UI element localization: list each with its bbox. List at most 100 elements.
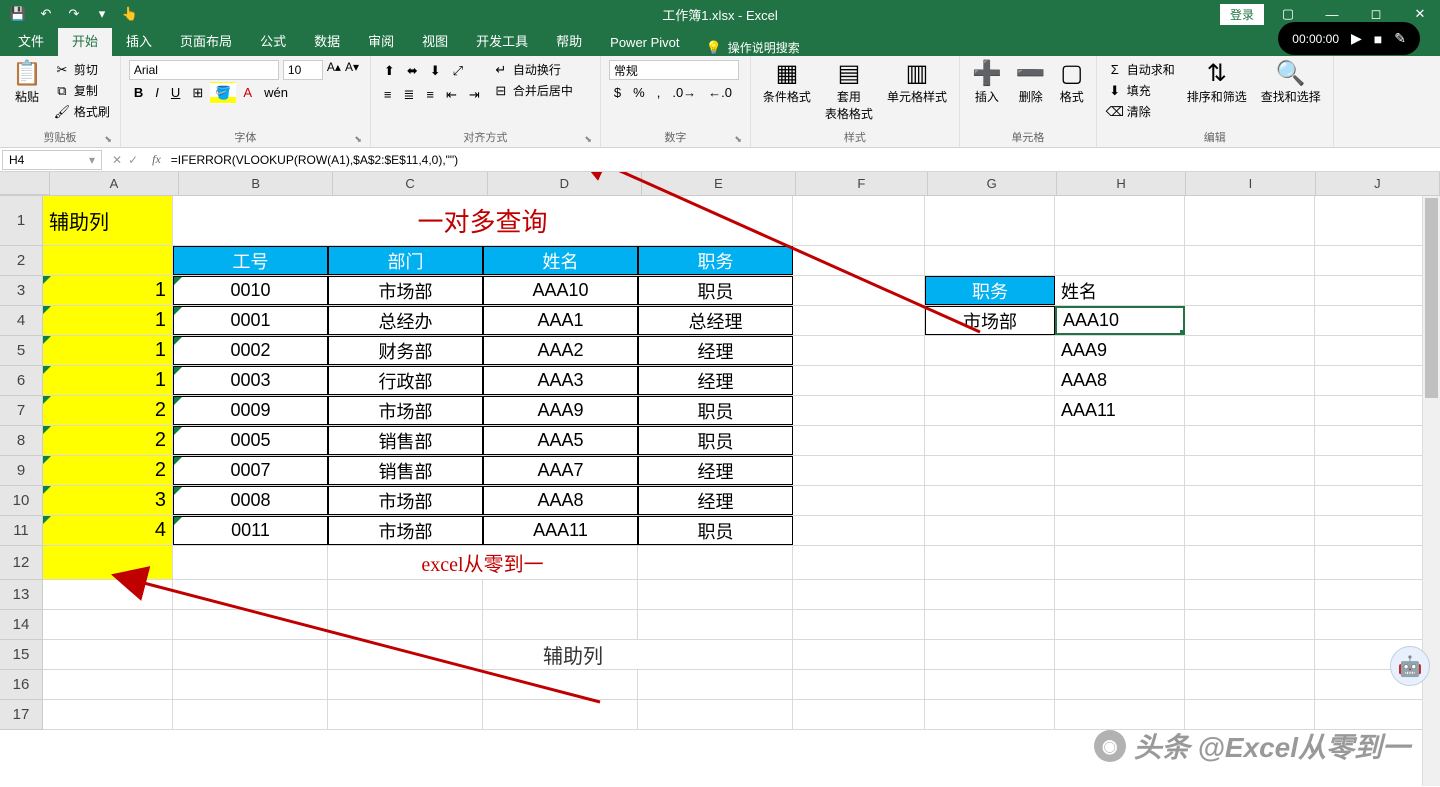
- cell[interactable]: [1185, 456, 1315, 485]
- name-box-dropdown-icon[interactable]: ▾: [89, 153, 95, 167]
- cell[interactable]: [328, 640, 483, 669]
- cell[interactable]: [483, 670, 638, 699]
- increase-font-icon[interactable]: A▴: [327, 60, 341, 80]
- cell-selected[interactable]: AAA10: [1055, 306, 1185, 335]
- cell[interactable]: [925, 396, 1055, 425]
- fill-button[interactable]: ⬇填充: [1105, 81, 1177, 100]
- align-middle-icon[interactable]: ⬌: [402, 60, 423, 82]
- align-launcher-icon[interactable]: ⬊: [584, 134, 592, 145]
- tab-developer[interactable]: 开发工具: [462, 25, 542, 56]
- save-icon[interactable]: 💾: [8, 4, 28, 24]
- align-left-icon[interactable]: ≡: [379, 84, 397, 106]
- screen-recorder-widget[interactable]: 00:00:00 ▶ ■ ✎: [1278, 22, 1420, 55]
- fx-icon[interactable]: fx: [146, 152, 167, 167]
- cell[interactable]: 经理: [638, 486, 793, 515]
- cell[interactable]: 辅助列: [43, 196, 173, 245]
- cell[interactable]: AAA9: [483, 396, 638, 425]
- cell[interactable]: 市场部: [328, 516, 483, 545]
- undo-icon[interactable]: ↶: [36, 4, 56, 24]
- edit-icon[interactable]: ✎: [1394, 30, 1406, 47]
- tab-data[interactable]: 数据: [300, 25, 354, 56]
- cell[interactable]: 0002: [173, 336, 328, 365]
- cell[interactable]: 职务: [925, 276, 1055, 305]
- cell[interactable]: [925, 700, 1055, 729]
- cell-footer[interactable]: excel从零到一: [328, 546, 638, 579]
- cell[interactable]: 销售部: [328, 456, 483, 485]
- cell[interactable]: [173, 546, 328, 579]
- format-painter-button[interactable]: 🖌格式刷: [52, 102, 112, 121]
- row-header-9[interactable]: 9: [0, 456, 43, 486]
- cell[interactable]: [925, 610, 1055, 639]
- col-header-G[interactable]: G: [928, 172, 1057, 195]
- increase-decimal-icon[interactable]: .0→: [667, 82, 701, 103]
- tell-me-search[interactable]: 💡 操作说明搜索: [706, 39, 800, 56]
- cell[interactable]: [793, 640, 925, 669]
- confirm-formula-icon[interactable]: ✓: [128, 153, 138, 167]
- tab-formulas[interactable]: 公式: [246, 25, 300, 56]
- cell[interactable]: 2: [43, 456, 173, 485]
- tab-insert[interactable]: 插入: [112, 25, 166, 56]
- cell[interactable]: AAA1: [483, 306, 638, 335]
- col-header-J[interactable]: J: [1316, 172, 1440, 195]
- cell[interactable]: [1185, 246, 1315, 275]
- cell[interactable]: [793, 610, 925, 639]
- cancel-formula-icon[interactable]: ✕: [112, 153, 122, 167]
- indent-increase-icon[interactable]: ⇥: [464, 84, 485, 106]
- cell[interactable]: [793, 670, 925, 699]
- row-header-14[interactable]: 14: [0, 610, 43, 640]
- cell[interactable]: AAA7: [483, 456, 638, 485]
- cell[interactable]: 部门: [328, 246, 483, 275]
- cell[interactable]: AAA8: [483, 486, 638, 515]
- number-format-select[interactable]: [609, 60, 739, 80]
- cell[interactable]: [173, 700, 328, 729]
- cell[interactable]: [1185, 546, 1315, 579]
- cell[interactable]: [1055, 670, 1185, 699]
- row-header-8[interactable]: 8: [0, 426, 43, 456]
- cell[interactable]: [793, 396, 925, 425]
- tab-review[interactable]: 审阅: [354, 25, 408, 56]
- cell[interactable]: [793, 426, 925, 455]
- cell-annotation[interactable]: 辅助列: [483, 640, 793, 669]
- bold-button[interactable]: B: [129, 82, 148, 104]
- cell[interactable]: [1185, 196, 1315, 245]
- row-header-17[interactable]: 17: [0, 700, 43, 730]
- cell[interactable]: [793, 246, 925, 275]
- cell[interactable]: [638, 700, 793, 729]
- fill-color-button[interactable]: 🪣: [210, 82, 236, 104]
- font-size-select[interactable]: [283, 60, 323, 80]
- cell[interactable]: 职员: [638, 396, 793, 425]
- cell[interactable]: [925, 580, 1055, 609]
- cell[interactable]: 市场部: [328, 486, 483, 515]
- cell[interactable]: [925, 516, 1055, 545]
- cell[interactable]: [793, 700, 925, 729]
- cell[interactable]: 0008: [173, 486, 328, 515]
- cell[interactable]: 1: [43, 366, 173, 395]
- cell[interactable]: [1185, 640, 1315, 669]
- cell[interactable]: [1185, 670, 1315, 699]
- cell[interactable]: [925, 336, 1055, 365]
- comma-icon[interactable]: ,: [652, 82, 666, 103]
- tab-home[interactable]: 开始: [58, 25, 112, 56]
- cell[interactable]: 2: [43, 396, 173, 425]
- cell[interactable]: [1055, 700, 1185, 729]
- cell[interactable]: 3: [43, 486, 173, 515]
- tab-page-layout[interactable]: 页面布局: [166, 25, 246, 56]
- stop-icon[interactable]: ■: [1374, 31, 1382, 47]
- align-bottom-icon[interactable]: ⬇: [425, 60, 446, 82]
- cell[interactable]: 职务: [638, 246, 793, 275]
- italic-button[interactable]: I: [150, 82, 164, 104]
- cell[interactable]: [925, 670, 1055, 699]
- cell[interactable]: 职员: [638, 426, 793, 455]
- row-header-4[interactable]: 4: [0, 306, 43, 336]
- cell[interactable]: [1055, 246, 1185, 275]
- cell[interactable]: [638, 580, 793, 609]
- cell[interactable]: [173, 670, 328, 699]
- cell[interactable]: 经理: [638, 366, 793, 395]
- cell[interactable]: 行政部: [328, 366, 483, 395]
- cell[interactable]: [793, 580, 925, 609]
- cell[interactable]: [638, 546, 793, 579]
- font-launcher-icon[interactable]: ⬊: [354, 134, 362, 145]
- delete-cells-button[interactable]: ➖删除: [1012, 60, 1050, 107]
- cell[interactable]: AAA3: [483, 366, 638, 395]
- cell[interactable]: [43, 580, 173, 609]
